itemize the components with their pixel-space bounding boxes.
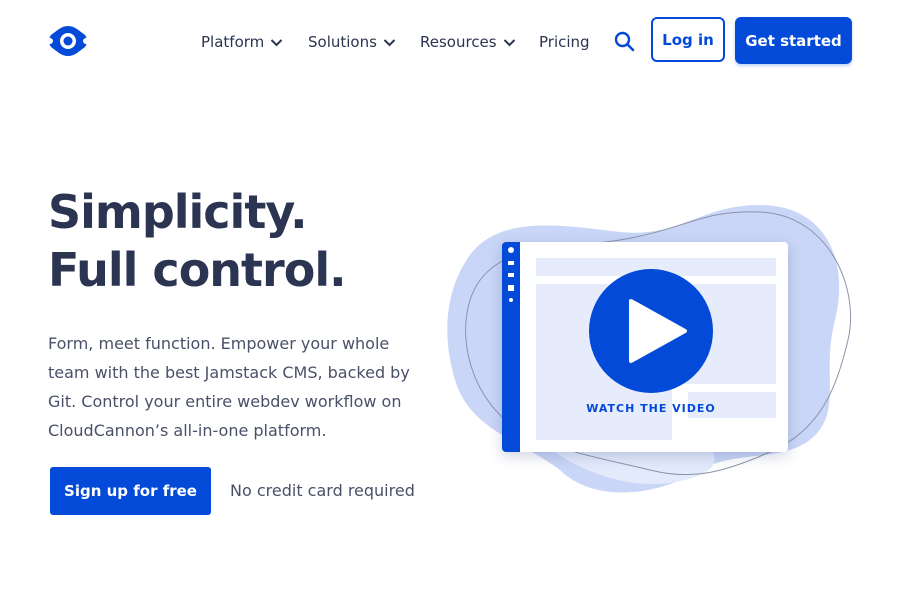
play-button[interactable] xyxy=(589,269,713,393)
description-line: Git. Control your entire webdev workflow… xyxy=(48,392,402,411)
nav-item-label: Solutions xyxy=(308,33,377,51)
no-credit-card-note: No credit card required xyxy=(230,481,415,500)
login-button[interactable]: Log in xyxy=(651,17,725,62)
chevron-down-icon xyxy=(503,38,515,46)
search-icon[interactable] xyxy=(612,29,638,55)
signup-button[interactable]: Sign up for free xyxy=(50,467,211,515)
headline-line: Simplicity. xyxy=(48,185,308,239)
nav-item-platform[interactable]: Platform xyxy=(201,30,283,54)
get-started-label: Get started xyxy=(745,31,842,50)
get-started-button[interactable]: Get started xyxy=(735,17,852,64)
nav-item-label: Pricing xyxy=(539,33,590,51)
hero-description: Form, meet function. Empower your whole … xyxy=(48,329,420,445)
nav-item-label: Platform xyxy=(201,33,265,51)
nav-item-solutions[interactable]: Solutions xyxy=(308,30,396,54)
description-line: team with the best Jamstack CMS, backed … xyxy=(48,363,410,382)
nav-item-label: Resources xyxy=(420,33,497,51)
chevron-down-icon xyxy=(271,38,283,46)
chevron-down-icon xyxy=(383,38,396,46)
page: Platform Solutions Resources Pricing Log… xyxy=(0,0,900,600)
description-line: Form, meet function. Empower your whole xyxy=(48,334,390,353)
login-label: Log in xyxy=(662,30,714,49)
headline-line: Full control. xyxy=(48,243,347,297)
video-card[interactable]: WATCH THE VIDEO xyxy=(502,242,788,452)
nav-item-pricing[interactable]: Pricing xyxy=(539,30,590,54)
hero-headline: Simplicity. Full control. xyxy=(48,183,347,299)
description-line: CloudCannon’s all-in-one platform. xyxy=(48,421,327,440)
watch-video-label: WATCH THE VIDEO xyxy=(586,402,716,415)
cloudcannon-logo[interactable] xyxy=(47,25,89,57)
nav-item-resources[interactable]: Resources xyxy=(420,30,516,54)
signup-label: Sign up for free xyxy=(64,482,197,500)
